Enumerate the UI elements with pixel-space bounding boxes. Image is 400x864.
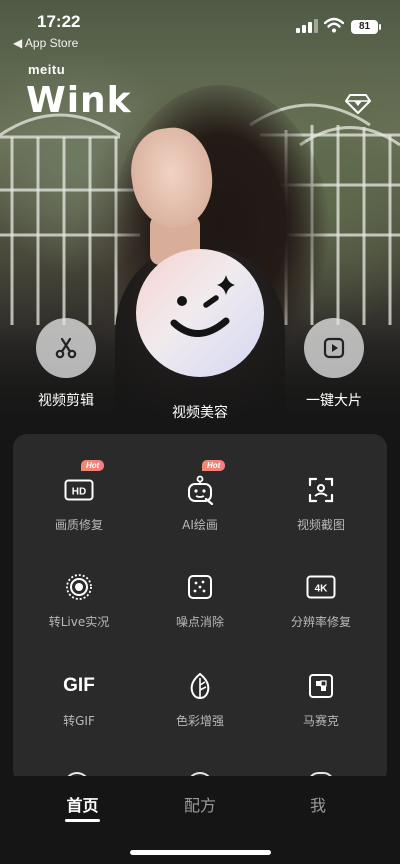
- tool-ai-painting[interactable]: Hot AI绘画: [138, 460, 262, 533]
- tool-resolution-repair[interactable]: 4K 分辨率修复: [259, 569, 383, 630]
- cellular-signal-icon: [296, 19, 318, 33]
- active-tab-indicator: [65, 819, 100, 822]
- tool-hd-repair[interactable]: HD Hot 画质修复: [17, 460, 141, 533]
- tool-label: 视频截图: [296, 518, 345, 532]
- tool-label: AI绘画: [182, 518, 218, 532]
- one-click-blockbuster-action[interactable]: 一键大片: [294, 318, 374, 410]
- tool-label: 马赛克: [302, 714, 339, 728]
- gif-icon-text: GIF: [63, 675, 95, 696]
- denoise-icon: [180, 569, 220, 605]
- video-beauty-label: 视频美容: [172, 405, 228, 421]
- screenshot-icon: [301, 472, 341, 508]
- gif-icon: GIF: [59, 668, 99, 704]
- wink-logo: Wink: [26, 80, 132, 121]
- hot-badge: Hot: [81, 460, 105, 471]
- tab-me[interactable]: 我: [308, 792, 328, 816]
- tool-denoise[interactable]: 噪点消除: [138, 569, 262, 630]
- tool-to-gif[interactable]: GIF 转GIF: [17, 668, 141, 729]
- mosaic-icon: [301, 668, 341, 704]
- svg-text:HD: HD: [72, 487, 86, 498]
- leaf-icon: [180, 668, 220, 704]
- tool-live-photo[interactable]: 转Live实况: [17, 569, 141, 630]
- tool-label: 转GIF: [63, 714, 95, 728]
- status-bar: 17:22 ◀ App Store 81: [0, 0, 400, 54]
- one-click-blockbuster-button[interactable]: [304, 318, 364, 378]
- 4k-icon: 4K: [301, 569, 341, 605]
- tool-mosaic[interactable]: 马赛克: [259, 668, 383, 729]
- vip-diamond-icon[interactable]: [345, 94, 371, 114]
- back-to-app-store-link[interactable]: ◀ App Store: [13, 36, 78, 50]
- tab-recipes[interactable]: 配方: [182, 792, 218, 816]
- video-edit-action[interactable]: 视频剪辑: [26, 318, 106, 410]
- ai-robot-icon: Hot: [180, 460, 226, 508]
- hot-badge: Hot: [202, 460, 226, 471]
- tool-label: 转Live实况: [48, 615, 110, 629]
- wifi-icon: [324, 17, 344, 33]
- tool-video-screenshot[interactable]: 视频截图: [259, 472, 383, 533]
- tool-label: 画质修复: [54, 518, 103, 532]
- play-icon: [323, 337, 345, 359]
- scissors-icon: [55, 337, 77, 359]
- tools-panel: HD Hot 画质修复 Hot AI绘画 视频截图 转Live实况 噪点消除 4…: [13, 434, 387, 784]
- smiley-wink-icon: [170, 275, 235, 337]
- tool-label: 色彩增强: [175, 714, 224, 728]
- video-edit-button[interactable]: [36, 318, 96, 378]
- tool-color-enhance[interactable]: 色彩增强: [138, 668, 262, 729]
- video-edit-label: 视频剪辑: [38, 393, 94, 409]
- status-time: 17:22: [37, 12, 81, 31]
- tool-label: 分辨率修复: [290, 615, 351, 629]
- one-click-blockbuster-label: 一键大片: [306, 393, 362, 409]
- video-beauty-button[interactable]: [136, 249, 264, 377]
- meitu-logo: meitu: [28, 62, 66, 77]
- hd-icon: HD Hot: [59, 460, 105, 508]
- svg-text:4K: 4K: [315, 584, 329, 595]
- tab-home[interactable]: 首页: [65, 792, 100, 816]
- battery-icon: 81: [351, 20, 381, 34]
- home-indicator[interactable]: [130, 850, 271, 855]
- live-icon: [59, 569, 99, 605]
- tool-label: 噪点消除: [175, 615, 224, 629]
